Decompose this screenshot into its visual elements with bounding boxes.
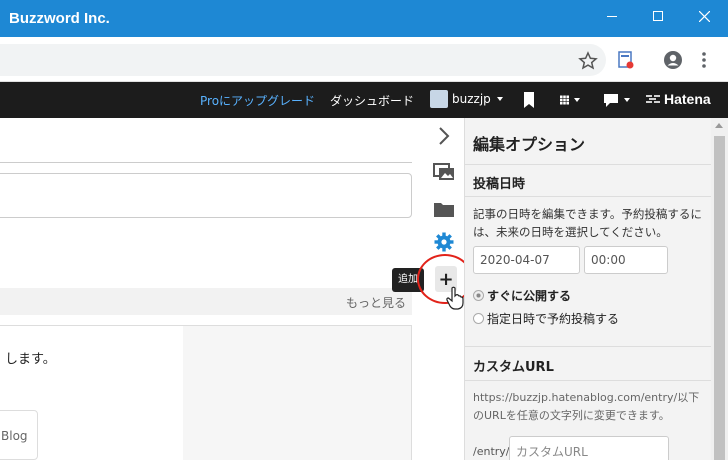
address-bar[interactable] [0, 44, 606, 76]
dashboard-link[interactable]: ダッシュボード [330, 92, 414, 109]
content-side-panel [183, 326, 411, 460]
divider [465, 164, 712, 165]
extension-icon[interactable] [617, 50, 635, 70]
scroll-up-arrow-icon[interactable] [715, 123, 723, 128]
radio-unselected [473, 313, 484, 324]
publish-now-radio[interactable]: すぐに公開する [473, 287, 571, 304]
custom-url-input[interactable]: カスタムURL [509, 436, 669, 460]
post-date-heading: 投稿日時 [473, 177, 526, 192]
close-icon [698, 10, 710, 22]
notifications-menu[interactable] [603, 92, 631, 108]
title-underline [0, 162, 412, 163]
related-bar: もっと見る [0, 288, 412, 315]
minimize-button[interactable] [589, 0, 635, 32]
schedule-label: 指定日時で予約投稿する [487, 312, 620, 326]
apps-menu[interactable] [560, 92, 580, 108]
image-button[interactable] [424, 158, 464, 186]
gear-icon [434, 232, 454, 252]
settings-button[interactable] [424, 228, 464, 256]
content-text: します。 [5, 352, 56, 367]
publish-now-label: すぐに公開する [487, 289, 572, 303]
time-input[interactable]: 00:00 [584, 246, 668, 274]
radio-selected [473, 290, 484, 301]
grid-icon [560, 95, 569, 105]
divider [465, 346, 712, 347]
window-titlebar: Buzzword Inc. [0, 0, 728, 37]
schedule-radio[interactable]: 指定日時で予約投稿する [473, 310, 619, 327]
divider [465, 196, 712, 197]
hatena-logo-icon [646, 95, 660, 103]
folder-button[interactable] [424, 195, 464, 223]
username: buzzjp [452, 92, 491, 106]
maximize-button[interactable] [635, 0, 681, 32]
editor-area: もっと見る します。 Blog [0, 118, 424, 460]
window-title: Buzzword Inc. [9, 10, 110, 27]
blog-chip-label: Blog [1, 429, 28, 443]
custom-url-prefix: /entry/ [473, 445, 510, 458]
custom-url-description: https://buzzjp.hatenablog.com/entry/以下のU… [473, 391, 700, 422]
chevron-down-icon [496, 97, 503, 101]
profile-avatar-icon[interactable] [663, 50, 683, 70]
upgrade-link[interactable]: Proにアップグレード [200, 92, 315, 109]
editor-field[interactable] [0, 173, 412, 218]
date-input[interactable]: 2020-04-07 [473, 246, 580, 274]
post-date-description: 記事の日時を編集できます。予約投稿するには、未来の日時を選択してください。 [473, 207, 702, 239]
hand-cursor-icon [446, 286, 464, 310]
chevron-right-icon [439, 127, 450, 145]
minimize-icon [607, 15, 617, 17]
maximize-icon [653, 11, 663, 21]
panel-scrollbar[interactable] [711, 118, 728, 460]
divider [465, 380, 712, 381]
add-tooltip: 追加 [392, 268, 424, 292]
browser-menu-icon[interactable] [700, 50, 708, 70]
hatena-logo[interactable]: Hatena [646, 91, 711, 107]
hatena-toolbar: Proにアップグレード ダッシュボード buzzjp Hatena [0, 82, 728, 118]
chevron-down-icon [624, 98, 630, 102]
content-box: します。 [0, 325, 412, 460]
hatena-logo-text: Hatena [664, 91, 711, 107]
browser-address-row [0, 37, 728, 82]
more-link[interactable]: もっと見る [346, 294, 406, 311]
custom-url-heading: カスタムURL [473, 360, 554, 375]
close-button[interactable] [681, 0, 727, 32]
chat-bubble-icon [604, 93, 618, 107]
bookmark-star-icon[interactable] [578, 51, 598, 71]
scroll-thumb[interactable] [714, 136, 725, 460]
edit-options-panel: 編集オプション 投稿日時 記事の日時を編集できます。予約投稿するには、未来の日時… [464, 118, 712, 460]
panel-title: 編集オプション [473, 135, 586, 154]
collapse-panel-button[interactable] [424, 122, 464, 150]
blog-chip[interactable]: Blog [0, 410, 38, 460]
folder-icon [434, 203, 454, 217]
bookmark-icon[interactable] [523, 92, 535, 108]
user-avatar [430, 90, 448, 108]
image-icon [433, 163, 454, 180]
user-menu[interactable]: buzzjp [430, 90, 503, 108]
chevron-down-icon [574, 98, 580, 102]
